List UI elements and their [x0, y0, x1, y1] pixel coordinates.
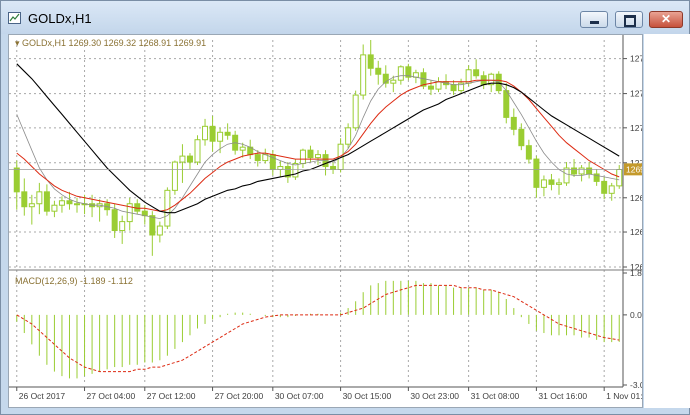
candle-body	[119, 221, 126, 232]
price-tick-label: 1268.00	[630, 193, 642, 203]
terminal-window: GOLDx,H1 1277.351275.001272.701270.35126…	[0, 0, 690, 415]
candle-body	[397, 66, 404, 81]
time-tick-label: 30 Oct 15:00	[343, 391, 392, 401]
time-tick-label: 27 Oct 04:00	[87, 391, 136, 401]
minimize-button[interactable]	[580, 11, 608, 28]
candle-body	[571, 167, 578, 175]
candle-body	[21, 191, 28, 208]
candle-body	[533, 158, 540, 188]
price-info-text: GOLDx,H1 1269.30 1269.32 1268.91 1269.91	[22, 38, 207, 48]
time-tick-label: 27 Oct 20:00	[215, 391, 264, 401]
price-tick-label: 1272.70	[630, 123, 642, 133]
candle-body	[563, 167, 570, 184]
candle-body	[36, 191, 43, 205]
candle-body	[239, 146, 246, 151]
candle-body	[254, 154, 261, 162]
time-tick-label: 26 Oct 2017	[19, 391, 66, 401]
candle-body	[66, 200, 73, 205]
candle-body	[367, 54, 374, 69]
time-tick-label: 31 Oct 08:00	[471, 391, 520, 401]
macd-tick-label: 1.846	[630, 268, 642, 278]
candle-body	[292, 163, 299, 178]
candle-body	[186, 155, 193, 163]
candle-body	[616, 169, 623, 187]
time-tick-label: 1 Nov 01:00	[606, 391, 642, 401]
price-tick-label: 1265.70	[630, 227, 642, 237]
candle-body	[525, 145, 532, 160]
chart-window-icon	[8, 12, 21, 24]
window-title: GOLDx,H1	[28, 11, 92, 26]
candle-body	[578, 167, 585, 175]
collapse-arrow-icon[interactable]: ▾	[15, 38, 20, 48]
window-right-edge	[644, 34, 690, 408]
candle-body	[473, 69, 480, 77]
candle-body	[217, 131, 224, 142]
price-tick-label: 1275.00	[630, 89, 642, 99]
candle-body	[149, 215, 156, 236]
candle-body	[43, 191, 50, 212]
candle-body	[608, 185, 615, 194]
candle-body	[540, 179, 547, 188]
candle-body	[375, 67, 382, 75]
candle-body	[390, 79, 397, 84]
candle-body	[28, 203, 35, 208]
time-tick-label: 30 Oct 07:00	[275, 391, 324, 401]
candle-body	[179, 155, 186, 163]
close-button[interactable]	[649, 11, 683, 28]
candle-body	[51, 204, 58, 212]
candle-body	[518, 128, 525, 147]
candle-body	[307, 149, 314, 159]
candle-body	[555, 182, 562, 185]
macd-info-label: MACD(12,26,9) -1.189 -1.112	[15, 276, 133, 286]
candle-body	[495, 73, 502, 92]
candle-body	[13, 167, 20, 193]
candle-body	[171, 161, 178, 191]
candle-body	[202, 125, 209, 141]
time-tick-label: 27 Oct 12:00	[147, 391, 196, 401]
candle-body	[209, 125, 216, 142]
candle-body	[299, 149, 306, 165]
candle-body	[503, 90, 510, 118]
candle-body	[510, 116, 517, 130]
price-tick-label: 1277.35	[630, 54, 642, 64]
macd-tick-label: -3.091	[630, 380, 642, 390]
candle-body	[194, 139, 201, 163]
macd-tick-label: 0.00	[630, 310, 642, 320]
chart-canvas[interactable]: 1277.351275.001272.701270.351268.001265.…	[9, 35, 642, 407]
candle-body	[352, 94, 359, 129]
title-bar[interactable]: GOLDx,H1	[1, 1, 689, 34]
candle-body	[450, 84, 457, 92]
candle-body	[345, 127, 352, 145]
ma-slow-line	[16, 63, 620, 214]
candle-body	[548, 179, 555, 185]
candle-body	[601, 180, 608, 194]
candle-body	[360, 54, 367, 96]
candle-body	[58, 200, 65, 206]
candle-body	[156, 225, 163, 236]
candle-body	[74, 203, 81, 206]
candle-body	[435, 81, 442, 90]
time-tick-label: 31 Oct 16:00	[538, 391, 587, 401]
last-price-tag-label: 1269.91	[626, 164, 642, 174]
candle-body	[586, 167, 593, 175]
time-tick-label: 30 Oct 23:00	[410, 391, 459, 401]
candle-body	[224, 131, 231, 136]
price-info-label: ▾ GOLDx,H1 1269.30 1269.32 1268.91 1269.…	[15, 38, 206, 49]
chart-area[interactable]: 1277.351275.001272.701270.351268.001265.…	[8, 34, 643, 408]
candle-body	[315, 154, 321, 159]
candle-body	[111, 209, 118, 232]
candle-body	[427, 85, 434, 90]
maximize-button[interactable]	[615, 11, 643, 28]
